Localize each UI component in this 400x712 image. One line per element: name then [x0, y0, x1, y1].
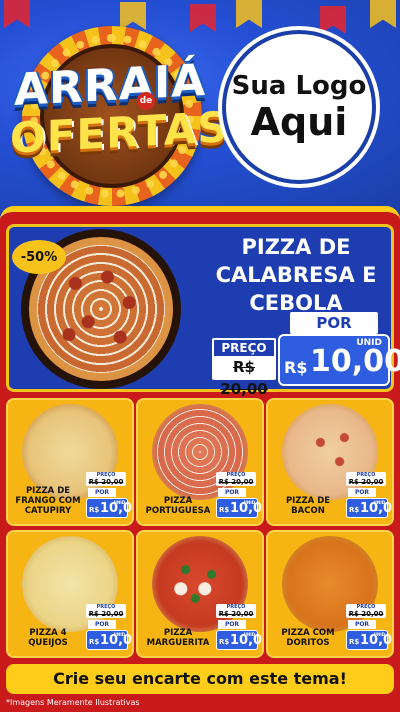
product-card-frango[interactable]: PIZZA DE FRANGO COM CATUPIRY PREÇO R$ 20,… — [6, 398, 134, 526]
currency: R$ — [219, 638, 230, 646]
por-label: POR — [88, 488, 116, 497]
por-label: POR — [218, 488, 246, 497]
price: 10,00 — [360, 633, 393, 648]
old-price-box: PREÇO R$ 20,00 — [216, 604, 256, 618]
price-box: UNIDR$10,00 — [86, 630, 132, 650]
old-price-box: PREÇO R$ 20,00 — [86, 604, 126, 618]
featured-currency: R$ — [284, 358, 308, 377]
featured-price: 10,00 — [310, 344, 400, 379]
logo-placeholder[interactable]: Sua Logo Aqui — [222, 30, 376, 184]
header-banner: ARRAIÁ de OFERTAS Sua Logo Aqui — [0, 0, 400, 212]
currency: R$ — [349, 638, 360, 646]
festa-flag-decoration — [4, 0, 30, 28]
por-label: POR — [348, 620, 376, 629]
featured-por-label: POR — [290, 312, 378, 334]
old-price-box: PREÇO R$ 20,00 — [346, 604, 386, 618]
featured-old-price: R$ 20,00 — [220, 358, 268, 398]
title-ofertas: OFERTAS — [10, 102, 229, 163]
old-price-box: PREÇO R$ 20,00 — [216, 472, 256, 486]
product-name: PIZZA PORTUGUESA — [145, 496, 211, 516]
price-box: UNIDR$10,00 — [216, 630, 262, 650]
old-price: R$ 20,00 — [348, 610, 384, 618]
logo-text-line1: Sua Logo — [231, 71, 367, 101]
festa-flag-decoration — [190, 4, 216, 32]
product-card-4-queijos[interactable]: PIZZA 4 QUEIJOS PREÇO R$ 20,00 POR UNID R$… — [6, 530, 134, 658]
old-price-box: PREÇO R$ 20,00 — [86, 472, 126, 486]
price: 10,00 — [100, 633, 133, 648]
currency: R$ — [349, 506, 360, 514]
featured-product-name: PIZZA DE CALABRESA E CEBOLA — [215, 235, 377, 315]
old-price: R$ 20,00 — [88, 478, 124, 486]
festa-flag-decoration — [370, 0, 396, 28]
price: 10,00 — [100, 501, 133, 516]
product-name: PIZZA COM DORITOS — [281, 628, 335, 648]
currency: R$ — [219, 506, 230, 514]
disclaimer-text: *Imagens Meramente Ilustrativas — [6, 698, 140, 707]
product-name: PIZZA 4 QUEIJOS — [28, 628, 68, 648]
price: 10,00 — [360, 501, 393, 516]
featured-old-price-box: PREÇO R$ 20,00 — [212, 338, 276, 398]
price-box: UNIDR$10,00 — [346, 498, 392, 518]
old-price: R$ 20,00 — [88, 610, 124, 618]
festa-flag-decoration — [236, 0, 262, 28]
product-name: PIZZA DE FRANGO COM CATUPIRY — [15, 486, 81, 516]
price-box: UNIDR$10,00 — [346, 630, 392, 650]
old-price: R$ 20,00 — [218, 610, 254, 618]
currency: R$ — [89, 506, 100, 514]
price-box: UNIDR$10,00 — [216, 498, 262, 518]
festa-flag-decoration — [320, 6, 346, 34]
product-card-bacon[interactable]: PIZZA DE BACON PREÇO R$ 20,00 POR UNID R$ 1… — [266, 398, 394, 526]
featured-price-box: UNID R$ 10,00 — [278, 334, 400, 386]
price-box: UNIDR$10,00 — [86, 498, 132, 518]
price: 10,00 — [230, 633, 263, 648]
por-label: POR — [88, 620, 116, 629]
featured-preco-label: PREÇO — [214, 340, 274, 356]
logo-text-line2: Aqui — [250, 100, 348, 144]
product-card-portuguesa[interactable]: PIZZA PORTUGUESA PREÇO R$ 20,00 POR UNID R… — [136, 398, 264, 526]
old-price-box: PREÇO R$ 20,00 — [346, 472, 386, 486]
old-price: R$ 20,00 — [348, 478, 384, 486]
product-name: PIZZA DE BACON — [285, 496, 331, 516]
price: 10,00 — [230, 501, 263, 516]
por-label: POR — [218, 620, 246, 629]
currency: R$ — [89, 638, 100, 646]
por-label: POR — [348, 488, 376, 497]
discount-badge: -50% — [12, 240, 66, 274]
product-name: PIZZA MARGUERITA — [146, 628, 210, 648]
old-price: R$ 20,00 — [218, 478, 254, 486]
product-card-doritos[interactable]: PIZZA COM DORITOS PREÇO R$ 20,00 POR UNID… — [266, 530, 394, 658]
product-card-marguerita[interactable]: PIZZA MARGUERITA PREÇO R$ 20,00 POR UNID R… — [136, 530, 264, 658]
create-flyer-button[interactable]: Crie seu encarte com este tema! — [6, 664, 394, 694]
